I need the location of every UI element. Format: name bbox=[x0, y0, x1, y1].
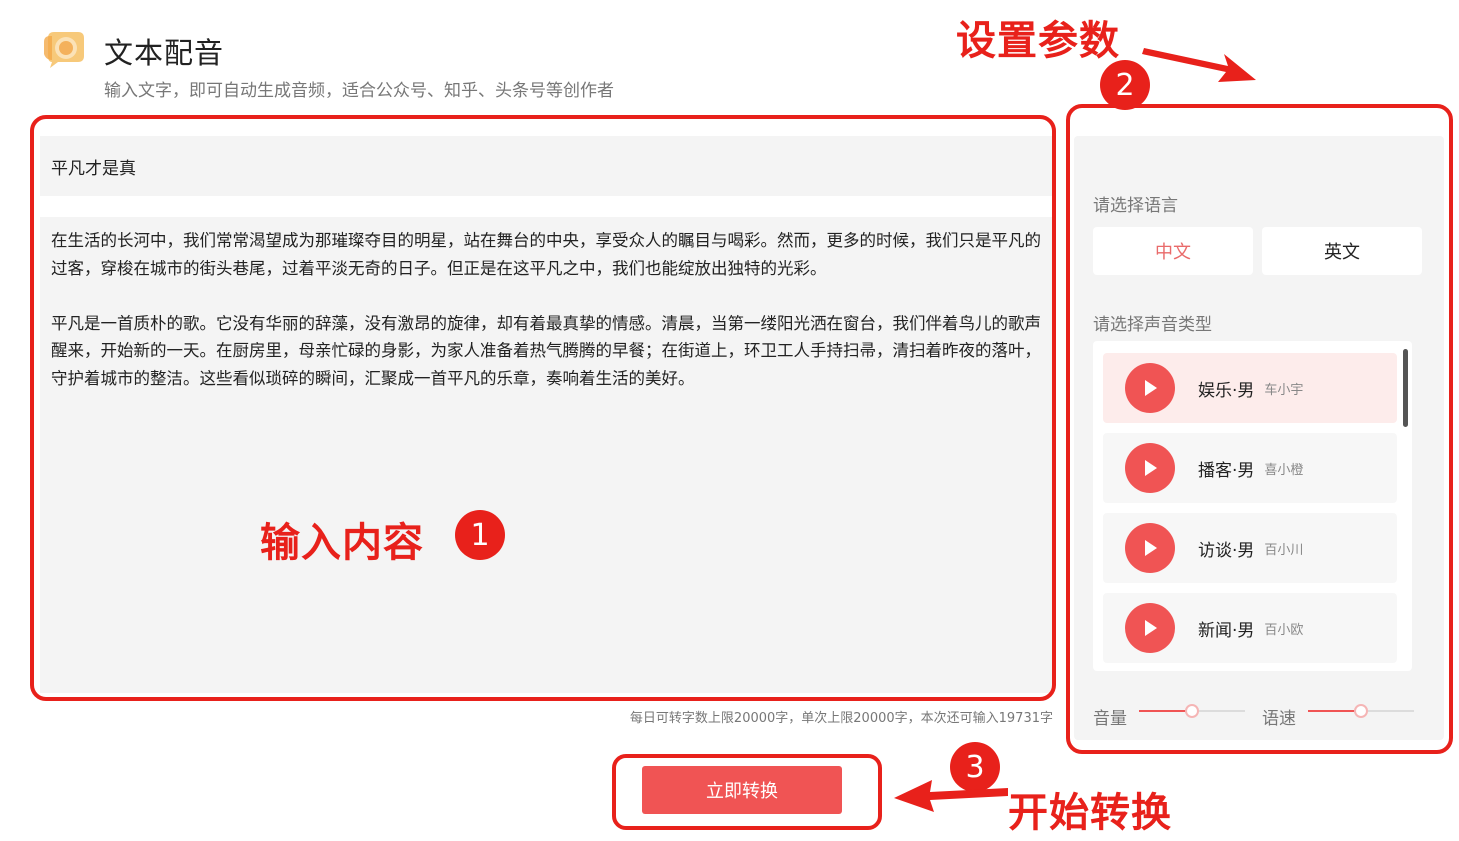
step3-annotation: 开始转换 bbox=[1008, 790, 1172, 836]
step3-highlight-frame bbox=[612, 754, 882, 830]
page-subtitle: 输入文字，即可自动生成音频，适合公众号、知乎、头条号等创作者 bbox=[104, 81, 614, 101]
step1-highlight-frame bbox=[30, 115, 1056, 701]
step1-badge: 1 bbox=[455, 510, 505, 560]
speech-bubble-logo-icon bbox=[42, 30, 86, 70]
step1-annotation: 输入内容 bbox=[260, 520, 424, 566]
step2-arrow-icon bbox=[1142, 48, 1256, 82]
character-counter: 每日可转字数上限20000字，单次上限20000字，本次还可输入19731字 bbox=[629, 711, 1053, 726]
step2-annotation: 设置参数 bbox=[956, 18, 1120, 64]
page-title: 文本配音 bbox=[104, 36, 225, 70]
step3-arrow-icon bbox=[894, 780, 1008, 812]
step2-highlight-frame bbox=[1066, 104, 1453, 754]
